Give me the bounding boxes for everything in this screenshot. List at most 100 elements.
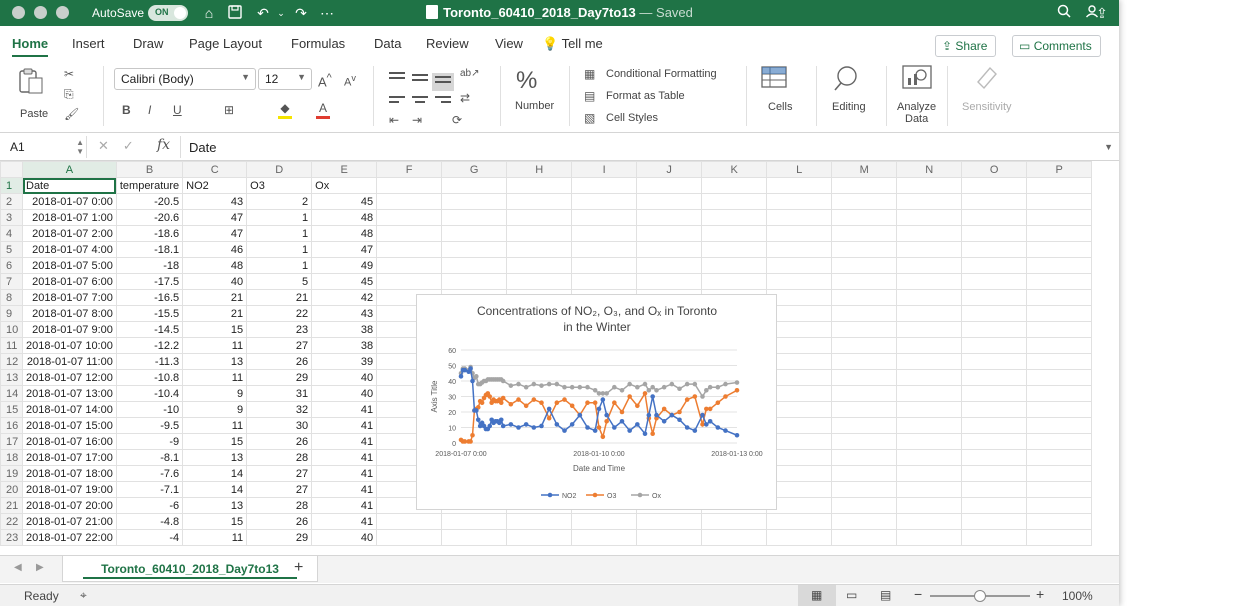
cell[interactable] — [831, 369, 898, 386]
cell[interactable] — [1026, 289, 1093, 306]
cell[interactable] — [1026, 513, 1093, 530]
cell[interactable] — [896, 305, 963, 322]
cell[interactable] — [961, 369, 1028, 386]
cell[interactable]: -16.5 — [115, 289, 184, 306]
cell[interactable]: 2018-01-07 4:00 — [22, 241, 117, 258]
cell[interactable] — [701, 193, 768, 210]
cell[interactable] — [376, 241, 443, 258]
cell[interactable]: 9 — [182, 401, 248, 418]
cell[interactable] — [1026, 193, 1093, 210]
cell[interactable] — [376, 177, 443, 194]
cell[interactable]: -7.6 — [115, 465, 184, 482]
cell[interactable] — [961, 401, 1028, 418]
cell[interactable]: 2018-01-07 13:00 — [22, 385, 117, 402]
cell[interactable]: 41 — [311, 513, 378, 530]
column-header[interactable]: E — [311, 161, 378, 178]
name-box[interactable]: A1 ▲ ▼ — [4, 136, 84, 158]
cell[interactable] — [506, 257, 573, 274]
cell[interactable] — [571, 193, 638, 210]
analyze-data-icon[interactable] — [902, 64, 932, 96]
cell[interactable]: 2018-01-07 11:00 — [22, 353, 117, 370]
share-button[interactable]: ⇪ Share — [935, 35, 997, 57]
cell[interactable] — [571, 241, 638, 258]
row-header[interactable]: 17 — [0, 433, 23, 450]
cell[interactable]: 40 — [311, 529, 378, 546]
cell[interactable]: 38 — [311, 337, 378, 354]
align-center-icon[interactable] — [412, 96, 428, 108]
row-header[interactable]: 3 — [0, 209, 23, 226]
row-header[interactable]: 11 — [0, 337, 23, 354]
cell[interactable]: 2018-01-07 2:00 — [22, 225, 117, 242]
cells-label[interactable]: Cells — [768, 101, 792, 113]
cell[interactable]: 2 — [246, 193, 313, 210]
zoom-out-icon[interactable]: − — [914, 586, 922, 602]
cell[interactable]: -18.6 — [115, 225, 184, 242]
cell[interactable] — [636, 209, 703, 226]
cell[interactable] — [961, 449, 1028, 466]
analyze-label-1[interactable]: Analyze — [897, 101, 936, 113]
row-header[interactable]: 1 — [0, 177, 23, 194]
decrease-font-icon[interactable]: Av — [344, 70, 356, 91]
cell[interactable] — [896, 385, 963, 402]
cell[interactable] — [766, 257, 833, 274]
cell[interactable] — [506, 241, 573, 258]
add-sheet-icon[interactable]: + — [294, 559, 303, 577]
cell[interactable]: 48 — [311, 209, 378, 226]
cell[interactable] — [831, 449, 898, 466]
cell[interactable] — [701, 513, 768, 530]
format-as-table-label[interactable]: Format as Table — [606, 90, 685, 102]
cell[interactable] — [896, 529, 963, 546]
cell[interactable] — [636, 241, 703, 258]
cell[interactable] — [701, 257, 768, 274]
align-top-icon[interactable] — [389, 72, 405, 84]
copy-icon[interactable]: ⎘ — [64, 86, 74, 102]
cell[interactable] — [766, 193, 833, 210]
cell[interactable] — [831, 289, 898, 306]
row-header[interactable]: 10 — [0, 321, 23, 338]
cell[interactable]: 13 — [182, 497, 248, 514]
cell[interactable]: 27 — [246, 337, 313, 354]
cell[interactable]: 23 — [246, 321, 313, 338]
cell[interactable] — [376, 225, 443, 242]
cell[interactable] — [961, 465, 1028, 482]
cell[interactable]: 2018-01-07 7:00 — [22, 289, 117, 306]
cell[interactable] — [961, 257, 1028, 274]
cell[interactable]: 21 — [182, 305, 248, 322]
align-left-icon[interactable] — [389, 96, 405, 108]
cell[interactable] — [961, 417, 1028, 434]
cell[interactable]: Ox — [311, 177, 378, 194]
cell[interactable]: 2018-01-07 20:00 — [22, 497, 117, 514]
paste-icon[interactable] — [16, 66, 46, 96]
cell[interactable] — [831, 177, 898, 194]
cell[interactable]: 41 — [311, 465, 378, 482]
cell[interactable]: 42 — [311, 289, 378, 306]
cell[interactable] — [506, 177, 573, 194]
cell[interactable]: 29 — [246, 529, 313, 546]
cell[interactable]: 28 — [246, 449, 313, 466]
cell[interactable] — [961, 321, 1028, 338]
cell[interactable]: 2018-01-07 21:00 — [22, 513, 117, 530]
cell[interactable]: -11.3 — [115, 353, 184, 370]
font-size-select[interactable]: 12 ▼ — [258, 68, 312, 90]
cut-icon[interactable]: ✂ — [64, 66, 74, 82]
cell[interactable]: 15 — [182, 433, 248, 450]
cell[interactable] — [1026, 433, 1093, 450]
percent-icon[interactable]: % — [516, 66, 537, 96]
tab-draw[interactable]: Draw — [133, 36, 163, 51]
cell[interactable]: -20.6 — [115, 209, 184, 226]
cell[interactable] — [1026, 257, 1093, 274]
cell[interactable]: 21 — [246, 289, 313, 306]
cell[interactable] — [831, 433, 898, 450]
format-as-table-icon[interactable]: ▤ — [584, 88, 595, 104]
cell[interactable]: 2018-01-07 19:00 — [22, 481, 117, 498]
cell[interactable]: 15 — [182, 513, 248, 530]
analyze-label-2[interactable]: Data — [905, 113, 928, 125]
cell[interactable]: -20.5 — [115, 193, 184, 210]
cell[interactable]: 41 — [311, 481, 378, 498]
cell[interactable] — [896, 209, 963, 226]
cell[interactable]: 2018-01-07 12:00 — [22, 369, 117, 386]
cell[interactable]: 38 — [311, 321, 378, 338]
number-label[interactable]: Number — [515, 100, 554, 112]
cell[interactable] — [896, 225, 963, 242]
sheet-tab[interactable]: Toronto_60410_2018_Day7to13 — [62, 556, 318, 582]
